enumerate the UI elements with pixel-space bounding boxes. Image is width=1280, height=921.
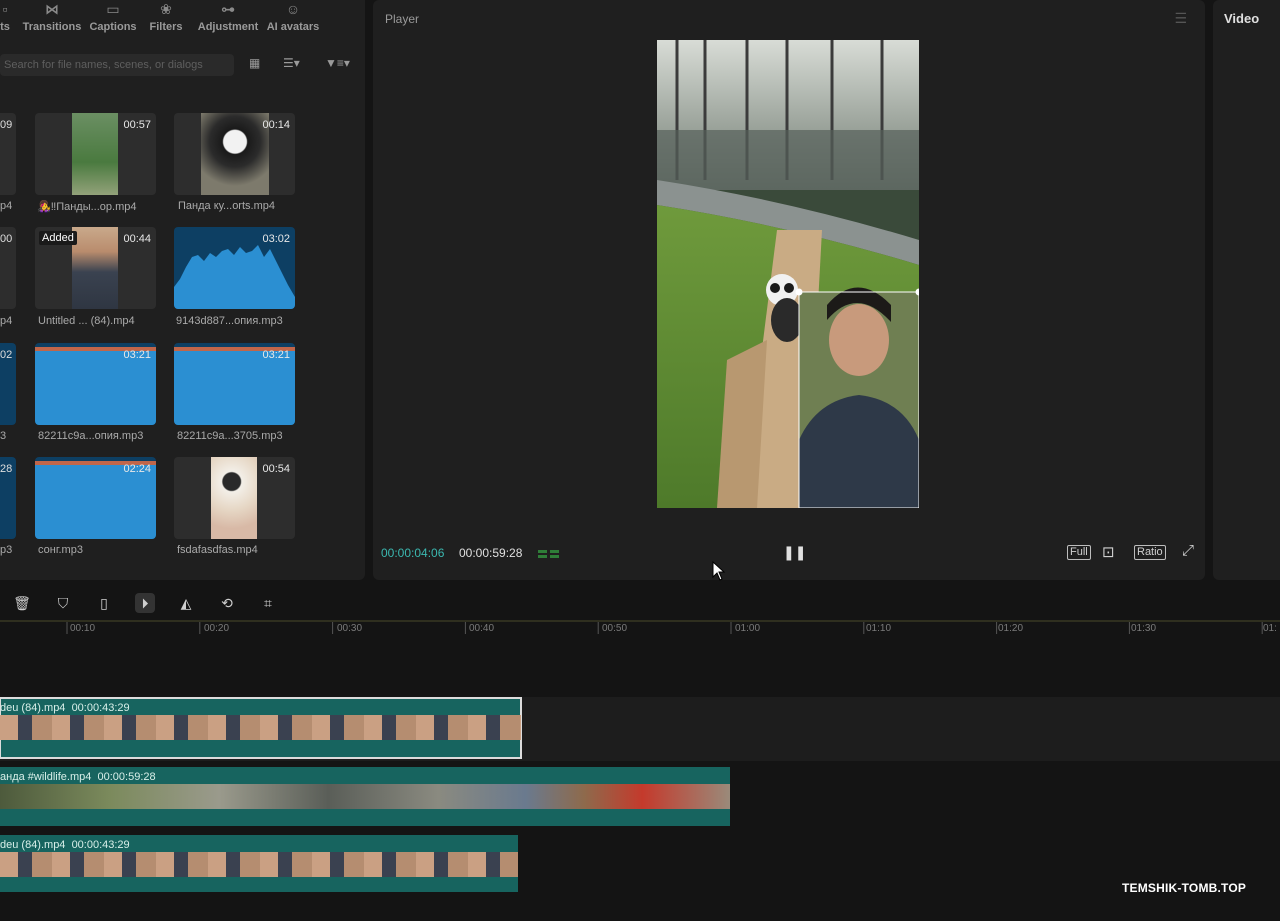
shield-icon[interactable]: ⛉ bbox=[53, 593, 73, 613]
ruler-label: 00:50 bbox=[602, 623, 628, 634]
media-name: Панда ку...orts.mp4 bbox=[178, 200, 275, 212]
media-tile[interactable]: 03:02 bbox=[174, 227, 295, 309]
transitions-icon: ⋈ bbox=[45, 1, 59, 17]
added-badge: Added bbox=[39, 231, 77, 245]
partial-icon: ▫ bbox=[2, 1, 8, 17]
media-tile[interactable]: 03:21 bbox=[174, 343, 295, 425]
timeline-clip[interactable]: deu (84).mp4 00:00:43:29 bbox=[0, 835, 518, 892]
filters-icon: ❀ bbox=[160, 1, 172, 17]
search-input[interactable]: Search for file names, scenes, or dialog… bbox=[0, 54, 234, 76]
media-name: Untitled ... (84).mp4 bbox=[38, 315, 135, 327]
media-tile[interactable]: 03:21 bbox=[35, 343, 156, 425]
media-tile-partial[interactable]: 09 bbox=[0, 113, 16, 195]
media-tile[interactable]: 00:14 bbox=[174, 113, 295, 195]
media-name-partial: 3 bbox=[0, 430, 7, 442]
audio-meter-icon bbox=[538, 550, 559, 558]
clip-label: deu (84).mp4 00:00:43:29 bbox=[0, 702, 130, 714]
player-panel: Player ☰ 00:00:04:06 00:00:59:28 ❚❚ Full… bbox=[373, 0, 1205, 580]
media-tile[interactable]: 02:24 bbox=[35, 457, 156, 539]
media-name: 82211c9a...3705.mp3 bbox=[177, 430, 283, 442]
tab-captions[interactable]: ▭ Captions bbox=[88, 0, 138, 34]
ruler-label: 00:40 bbox=[469, 623, 495, 634]
media-tile-partial[interactable]: 02 bbox=[0, 343, 16, 425]
media-tile[interactable]: 00:54 bbox=[174, 457, 295, 539]
full-button[interactable]: Full bbox=[1067, 545, 1091, 560]
ruler-label: 01:30 bbox=[1131, 623, 1157, 634]
watermark: TEMSHIK-TOMB.TOP bbox=[1122, 881, 1247, 895]
freeze-frame-icon[interactable]: ▯ bbox=[94, 593, 114, 613]
media-name: 9143d887...опия.mp3 bbox=[176, 315, 283, 327]
media-tile-partial[interactable]: 28 bbox=[0, 457, 16, 539]
tab-effects[interactable]: ▫ ts bbox=[0, 0, 14, 34]
captions-icon: ▭ bbox=[106, 1, 120, 17]
pause-button[interactable]: ❚❚ bbox=[783, 544, 806, 561]
total-time: 00:00:59:28 bbox=[459, 546, 523, 560]
video-thumbnail bbox=[211, 457, 257, 539]
ruler-label: 01:00 bbox=[735, 623, 761, 634]
ai-avatar-icon: ☺ bbox=[285, 1, 301, 17]
clip-thumbnails bbox=[0, 784, 730, 809]
filter-icon[interactable]: ▼≡▾ bbox=[325, 56, 350, 70]
clip-label: deu (84).mp4 00:00:43:29 bbox=[0, 839, 130, 851]
media-tile[interactable]: 00:57 bbox=[35, 113, 156, 195]
timeline-clip[interactable]: deu (84).mp4 00:00:43:29 bbox=[0, 697, 522, 759]
ratio-button[interactable]: Ratio bbox=[1134, 545, 1166, 560]
video-thumbnail bbox=[72, 227, 118, 309]
zoom-fit-icon[interactable]: ⊡ bbox=[1102, 543, 1115, 561]
media-name-partial: p4 bbox=[0, 200, 13, 212]
media-tile[interactable]: Added 00:44 bbox=[35, 227, 156, 309]
tab-adjustment[interactable]: ⊶ Adjustment bbox=[194, 0, 262, 34]
rotate-icon[interactable]: ⟲ bbox=[217, 593, 237, 613]
video-thumbnail bbox=[72, 113, 118, 195]
media-name: 82211c9a...опия.mp3 bbox=[38, 430, 144, 442]
mouse-cursor-icon bbox=[712, 561, 726, 581]
ruler-label: 00:10 bbox=[70, 623, 96, 634]
menu-icon[interactable]: ☰ bbox=[1174, 10, 1187, 27]
crop-icon[interactable]: ⌗ bbox=[258, 593, 278, 613]
properties-panel: Video bbox=[1213, 0, 1280, 580]
tab-ai-avatars[interactable]: ☺ AI avatars bbox=[264, 0, 322, 34]
ruler-label: 00:20 bbox=[204, 623, 230, 634]
media-tile-partial[interactable]: 00 bbox=[0, 227, 16, 309]
player-title: Player bbox=[385, 12, 420, 26]
preview-scene bbox=[657, 40, 919, 508]
mirror-icon[interactable]: ◭ bbox=[176, 593, 196, 613]
media-name: 👩‍🎤‼Панды...ор.mp4 bbox=[37, 201, 137, 213]
grid-view-icon[interactable]: ▦ bbox=[249, 56, 260, 70]
fullscreen-icon[interactable]: ⤢ bbox=[1182, 542, 1194, 559]
ruler-label: 01:10 bbox=[866, 623, 892, 634]
delete-icon[interactable]: 🗑 bbox=[12, 593, 32, 613]
tab-transitions[interactable]: ⋈ Transitions bbox=[22, 0, 82, 34]
timeline-clip[interactable]: анда #wildlife.mp4 00:00:59:28 bbox=[0, 767, 730, 826]
ruler-label: 00:30 bbox=[337, 623, 363, 634]
ruler-label: 01:20 bbox=[998, 623, 1024, 634]
media-name: сонг.mp3 bbox=[38, 544, 83, 556]
properties-title: Video bbox=[1224, 11, 1260, 26]
clip-thumbnails bbox=[0, 715, 521, 740]
video-preview[interactable] bbox=[657, 40, 919, 508]
media-name-partial: p3 bbox=[0, 544, 13, 556]
tab-filters[interactable]: ❀ Filters bbox=[146, 0, 186, 34]
clip-label: анда #wildlife.mp4 00:00:59:28 bbox=[0, 771, 156, 783]
sort-icon[interactable]: ☰▾ bbox=[283, 56, 300, 70]
timeline-ruler[interactable] bbox=[0, 620, 1280, 640]
current-time: 00:00:04:06 bbox=[381, 546, 445, 560]
video-thumbnail bbox=[201, 113, 269, 195]
ruler-label: 01: bbox=[1263, 623, 1277, 634]
adjustment-icon: ⊶ bbox=[221, 1, 235, 17]
media-name: fsdafasdfas.mp4 bbox=[177, 544, 258, 556]
media-name-partial: p4 bbox=[0, 315, 13, 327]
clip-thumbnails bbox=[0, 852, 518, 877]
reverse-icon[interactable]: ⏵ bbox=[135, 593, 155, 613]
